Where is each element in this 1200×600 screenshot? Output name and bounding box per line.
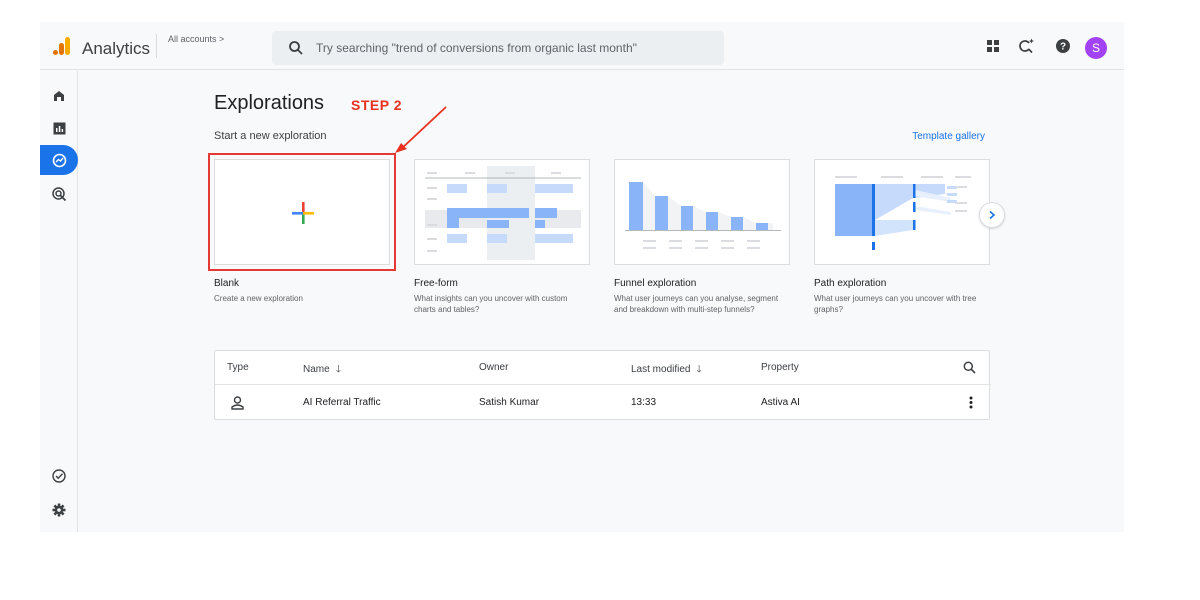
- funnel-chart-illustration: [625, 182, 781, 249]
- explore-icon: [52, 153, 66, 167]
- avatar[interactable]: S: [1085, 37, 1107, 59]
- svg-text:?: ?: [1060, 42, 1066, 53]
- more-vert-icon[interactable]: [969, 396, 973, 409]
- divider: [156, 34, 157, 58]
- person-icon: [231, 396, 244, 410]
- template-description: What user journeys can you analyse, segm…: [614, 294, 779, 314]
- admin-check-icon: [52, 469, 66, 483]
- settings-icon: [52, 503, 66, 517]
- help-icon[interactable]: ?: [1053, 36, 1073, 56]
- nav-settings[interactable]: [40, 495, 78, 525]
- chevron-right-icon: [989, 210, 996, 220]
- nav-admin-check[interactable]: [40, 461, 78, 491]
- column-header-property[interactable]: Property: [761, 362, 799, 373]
- path-thumbnail[interactable]: [814, 159, 990, 265]
- freeform-thumbnail[interactable]: [414, 159, 590, 265]
- app-name: Analytics: [82, 39, 151, 58]
- sort-down-arrow-icon: 🡓: [335, 364, 341, 375]
- explorations-table: Type Name 🡓 Owner Last modified 🡓 Property…: [214, 350, 991, 420]
- template-card-funnel[interactable]: Funnel exploration What user journeys ca…: [614, 159, 790, 315]
- template-title: Blank: [214, 278, 240, 289]
- analytics-logo-icon[interactable]: [52, 36, 72, 56]
- left-nav-rail: [40, 71, 78, 532]
- template-card-path[interactable]: Path exploration What user journeys can …: [814, 159, 990, 315]
- exploration-last-modified: 13:33: [631, 397, 657, 408]
- funnel-thumbnail[interactable]: [614, 159, 790, 265]
- blank-thumbnail[interactable]: [208, 153, 396, 271]
- search-icon: [289, 41, 303, 55]
- column-header-type[interactable]: Type: [227, 362, 249, 373]
- exploration-owner: Satish Kumar: [479, 397, 540, 408]
- next-templates-button[interactable]: [979, 202, 1005, 228]
- advertising-icon: [51, 186, 66, 201]
- column-header-name[interactable]: Name 🡓: [303, 362, 341, 379]
- analytics-app: Analytics All accounts > Try searching "…: [40, 22, 1124, 532]
- reports-icon: [53, 122, 65, 134]
- column-header-owner[interactable]: Owner: [479, 362, 508, 373]
- column-label: Last modified: [631, 364, 691, 375]
- nav-home[interactable]: [40, 81, 78, 111]
- highlight-box: [208, 153, 396, 271]
- page-title: Explorations: [214, 92, 325, 114]
- search-icon[interactable]: [963, 361, 976, 374]
- home-icon: [54, 91, 64, 101]
- template-gallery-link[interactable]: Template gallery: [912, 131, 985, 142]
- column-label: Name: [303, 364, 330, 375]
- nav-reports[interactable]: [40, 113, 78, 143]
- nav-advertising[interactable]: [40, 179, 78, 209]
- template-card-freeform[interactable]: Free-form What insights can you uncover …: [414, 159, 590, 315]
- account-breadcrumb[interactable]: All accounts >: [168, 34, 224, 44]
- annotation-arrow: [395, 106, 447, 153]
- apps-icon[interactable]: [983, 36, 1003, 56]
- nav-explore[interactable]: [40, 145, 78, 175]
- freeform-table-illustration: [425, 166, 581, 260]
- template-card-blank[interactable]: Blank Create a new exploration: [208, 153, 396, 304]
- template-description: What user journeys can you uncover with …: [814, 294, 977, 314]
- column-header-last-modified[interactable]: Last modified 🡓: [631, 362, 702, 379]
- table-row[interactable]: AI Referral Traffic Satish Kumar 13:33 A…: [215, 386, 991, 420]
- table-header-row: Type Name 🡓 Owner Last modified 🡓 Property: [215, 351, 991, 385]
- path-tree-illustration: [835, 176, 971, 250]
- template-description: Create a new exploration: [214, 294, 303, 303]
- search-bar[interactable]: [272, 31, 724, 65]
- template-title: Path exploration: [814, 278, 887, 289]
- top-bar: Analytics All accounts > Try searching "…: [40, 22, 1124, 70]
- template-description: What insights can you uncover with custo…: [414, 294, 568, 314]
- section-subtitle: Start a new exploration: [214, 130, 327, 142]
- search-input[interactable]: [316, 38, 716, 58]
- insights-icon[interactable]: [1017, 36, 1037, 56]
- exploration-name[interactable]: AI Referral Traffic: [303, 397, 381, 408]
- sort-down-arrow-icon: 🡓: [696, 364, 702, 375]
- template-title: Funnel exploration: [614, 278, 697, 289]
- exploration-property: Astiva AI: [761, 397, 800, 408]
- template-title: Free-form: [414, 278, 458, 289]
